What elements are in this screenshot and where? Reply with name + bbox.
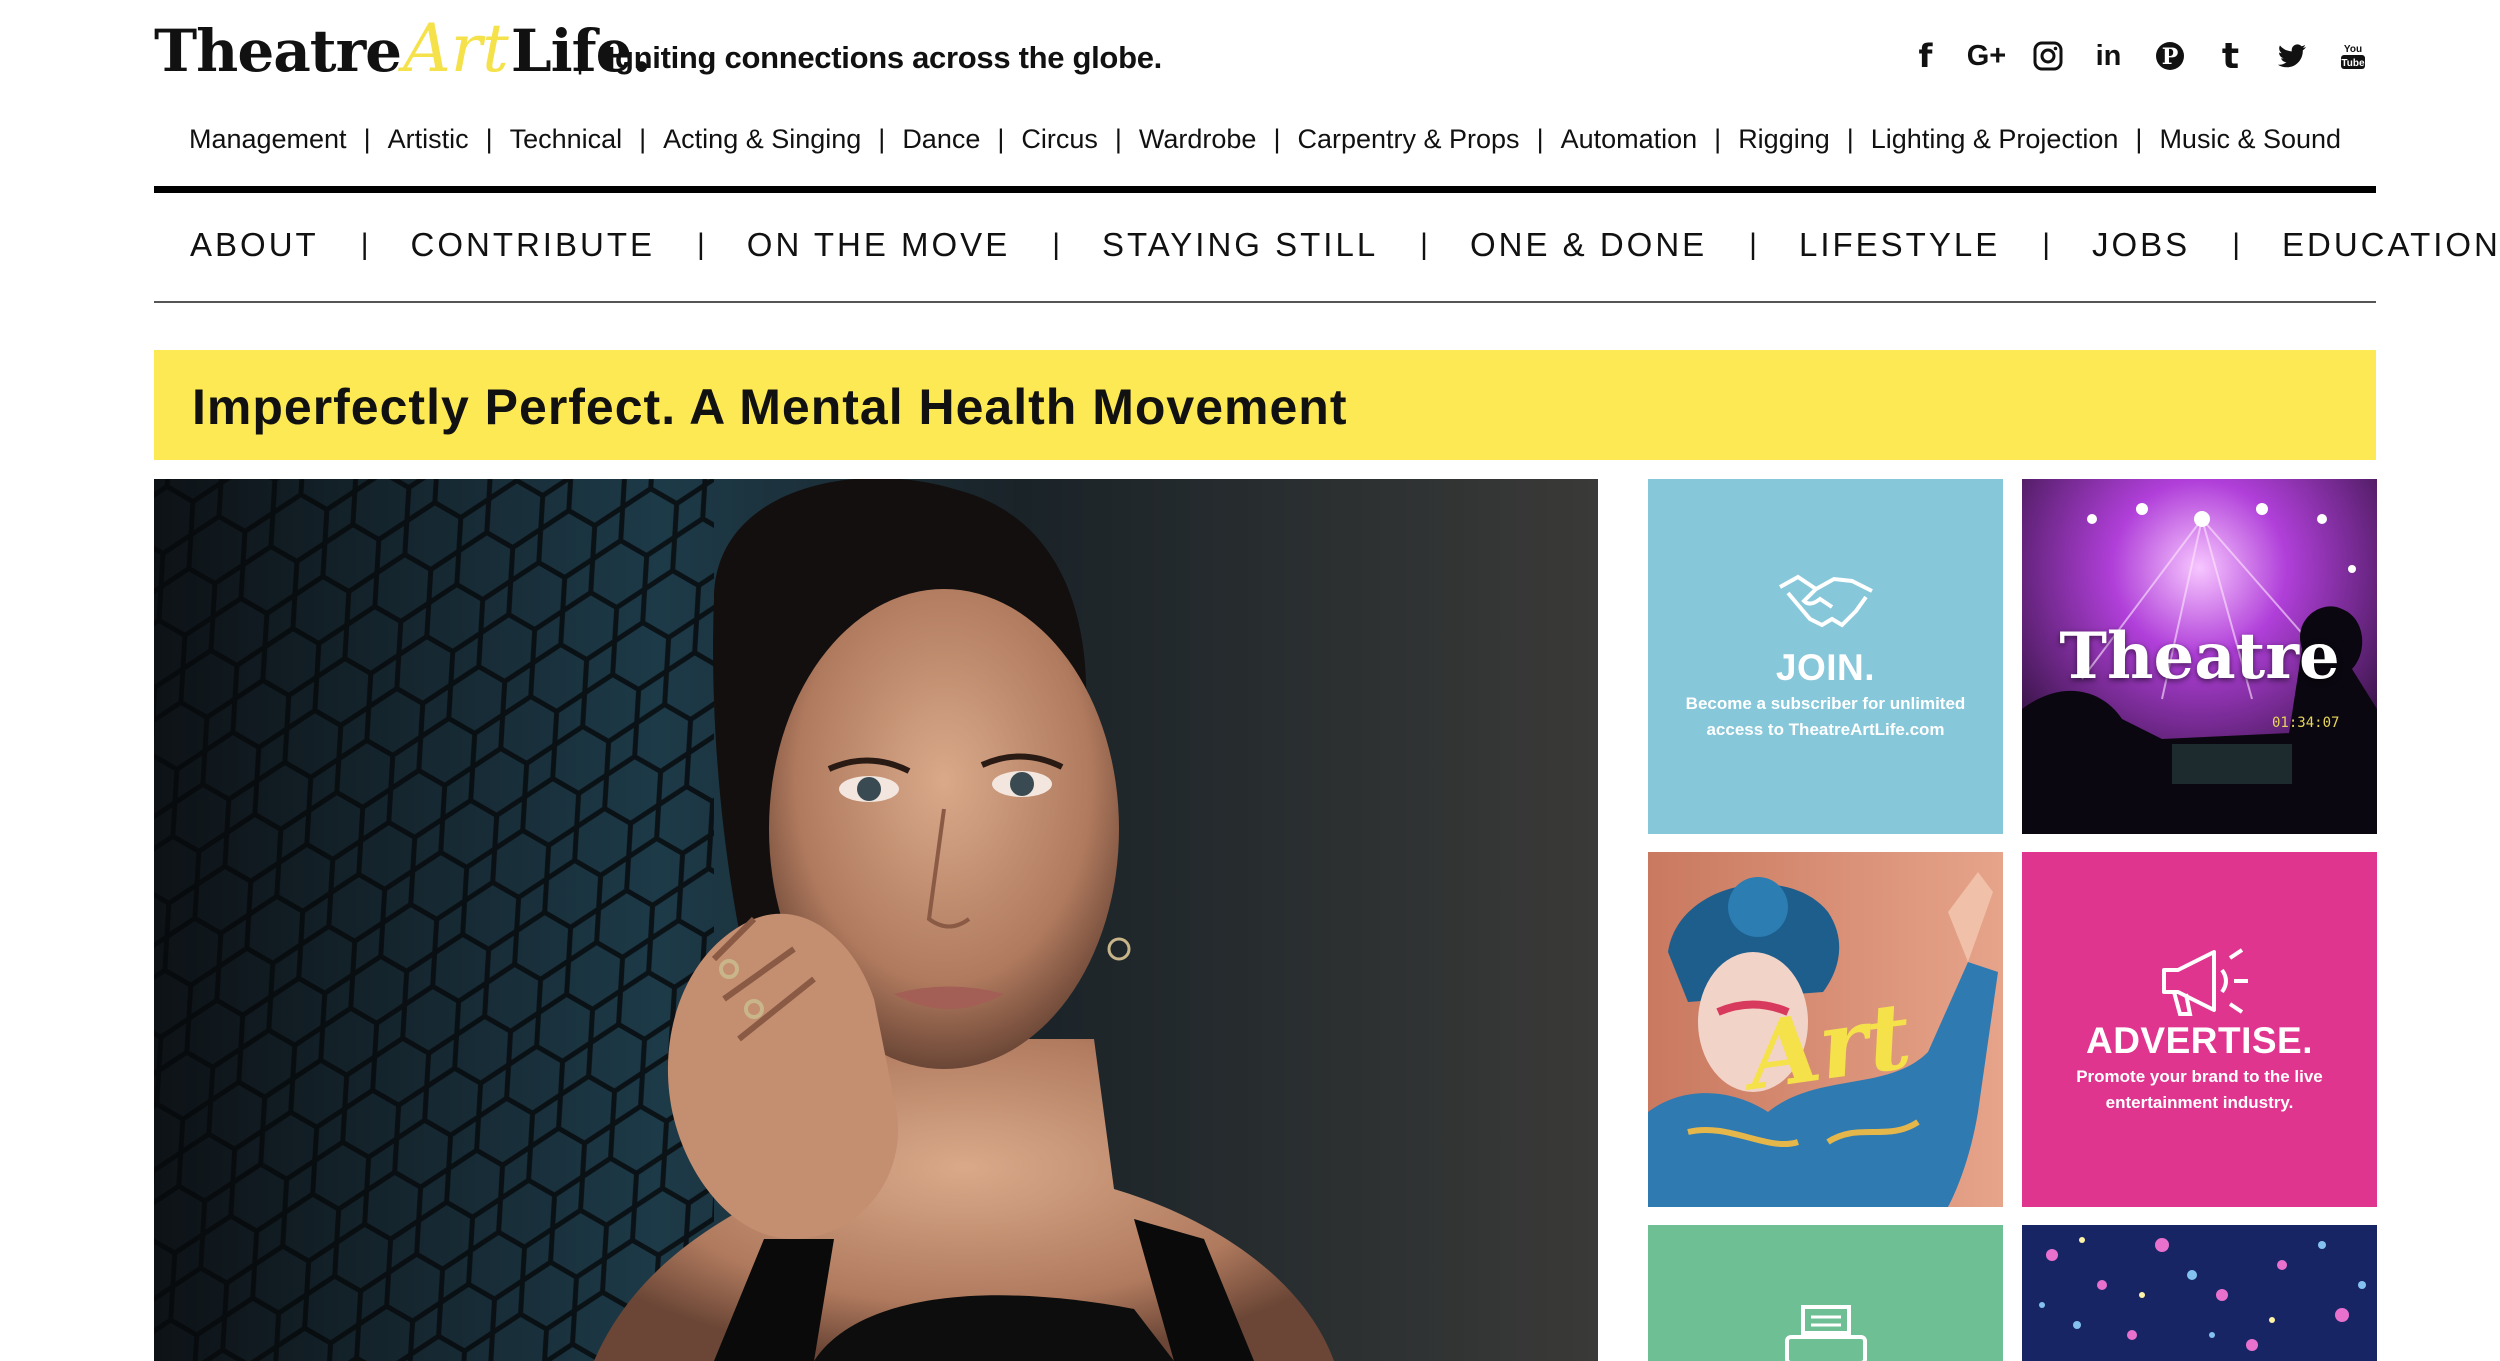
linkedin-icon[interactable]: in: [2078, 34, 2139, 78]
nav-separator: |: [997, 124, 1005, 154]
nav-separator: |: [1749, 228, 1757, 261]
svg-text:Tube: Tube: [2341, 58, 2365, 69]
advertise-title: ADVERTISE.: [2085, 1020, 2314, 1061]
nav-separator: |: [1714, 124, 1722, 154]
theatre-tile[interactable]: 01:34:07 Theatre: [2022, 479, 2377, 834]
nav-divider: [154, 301, 2376, 303]
join-description: Become a subscriber for unlimited access…: [1685, 694, 1966, 739]
category-artistic[interactable]: Artistic: [388, 124, 469, 155]
nav-staying-still[interactable]: STAYING STILL: [1102, 226, 1378, 264]
category-lighting-projection[interactable]: Lighting & Projection: [1871, 124, 2119, 155]
headline-banner[interactable]: Imperfectly Perfect. A Mental Health Mov…: [154, 350, 2376, 460]
category-automation[interactable]: Automation: [1561, 124, 1698, 155]
category-acting-singing[interactable]: Acting & Singing: [663, 124, 861, 155]
logo-theatre: Theatre: [154, 17, 402, 85]
category-rigging[interactable]: Rigging: [1738, 124, 1830, 155]
nav-separator: |: [1846, 124, 1854, 154]
join-tile[interactable]: JOIN. Become a subscriber for unlimited …: [1648, 479, 2003, 834]
main-nav: ABOUT | CONTRIBUTE | ON THE MOVE | STAYI…: [190, 226, 2500, 264]
twitter-icon[interactable]: [2261, 34, 2322, 78]
category-circus[interactable]: Circus: [1021, 124, 1098, 155]
contribute-tile[interactable]: [1648, 1225, 2003, 1361]
category-nav: Management | Artistic | Technical | Acti…: [154, 124, 2376, 155]
nav-separator: |: [1052, 228, 1060, 261]
tumblr-icon[interactable]: t: [2200, 34, 2261, 78]
youtube-icon[interactable]: You Tube: [2322, 34, 2383, 78]
nav-about[interactable]: ABOUT: [190, 226, 319, 264]
svg-text:You: You: [2343, 44, 2361, 55]
theatre-word: Theatre: [2059, 619, 2340, 694]
logo-art: Art: [403, 10, 509, 87]
category-carpentry-props[interactable]: Carpentry & Props: [1297, 124, 1519, 155]
nav-separator: |: [2232, 228, 2240, 261]
category-technical[interactable]: Technical: [510, 124, 623, 155]
nav-separator: |: [485, 124, 493, 154]
advertise-tile[interactable]: ADVERTISE. Promote your brand to the liv…: [2022, 852, 2377, 1207]
lights-tile[interactable]: [2022, 1225, 2377, 1361]
site-tagline: | Igniting connections across the globe.: [576, 40, 1162, 76]
nav-separator: |: [1273, 124, 1281, 154]
nav-separator: |: [2042, 228, 2050, 261]
svg-text:01:34:07: 01:34:07: [2272, 715, 2339, 731]
nav-separator: |: [878, 124, 886, 154]
instagram-icon[interactable]: [2017, 34, 2078, 78]
facebook-icon[interactable]: f: [1895, 34, 1956, 78]
nav-lifestyle[interactable]: LIFESTYLE: [1799, 226, 2000, 264]
social-links: f G+ in P t You Tube: [1895, 34, 2383, 78]
nav-one-and-done[interactable]: ONE & DONE: [1470, 226, 1707, 264]
nav-separator: |: [1114, 124, 1122, 154]
category-music-sound[interactable]: Music & Sound: [2159, 124, 2341, 155]
nav-contribute[interactable]: CONTRIBUTE: [410, 226, 655, 264]
handshake-icon: [1648, 567, 2003, 637]
nav-separator: |: [2135, 124, 2143, 154]
nav-on-the-move[interactable]: ON THE MOVE: [747, 226, 1010, 264]
article-headline[interactable]: Imperfectly Perfect. A Mental Health Mov…: [192, 378, 1347, 436]
confetti-lights-illustration: [2022, 1225, 2377, 1361]
tagline-text: Igniting connections across the globe.: [606, 40, 1163, 75]
nav-jobs[interactable]: JOBS: [2092, 226, 2190, 264]
join-title: JOIN.: [1775, 647, 1876, 688]
header-divider: [154, 186, 2376, 193]
pinterest-icon[interactable]: P: [2139, 34, 2200, 78]
typewriter-icon: [1648, 1305, 2003, 1361]
nav-separator: |: [1420, 228, 1428, 261]
nav-education[interactable]: EDUCATION: [2282, 226, 2500, 264]
category-dance[interactable]: Dance: [902, 124, 980, 155]
nav-separator: |: [363, 124, 371, 154]
svg-text:P: P: [2161, 44, 2178, 70]
tagline-separator: |: [576, 40, 585, 75]
megaphone-icon: [2022, 940, 2377, 1020]
hero-portrait-illustration: [154, 479, 1598, 1361]
art-word: Art: [1741, 981, 1918, 1111]
category-wardrobe[interactable]: Wardrobe: [1139, 124, 1257, 155]
google-plus-icon[interactable]: G+: [1956, 34, 2017, 78]
nav-separator: |: [360, 228, 369, 261]
nav-separator: |: [1536, 124, 1544, 154]
art-tile[interactable]: Art: [1648, 852, 2003, 1207]
advertise-description: Promote your brand to the live entertain…: [2076, 1067, 2323, 1112]
hero-image[interactable]: [154, 479, 1598, 1361]
nav-separator: |: [639, 124, 647, 154]
category-management[interactable]: Management: [189, 124, 347, 155]
nav-separator: |: [696, 228, 705, 261]
